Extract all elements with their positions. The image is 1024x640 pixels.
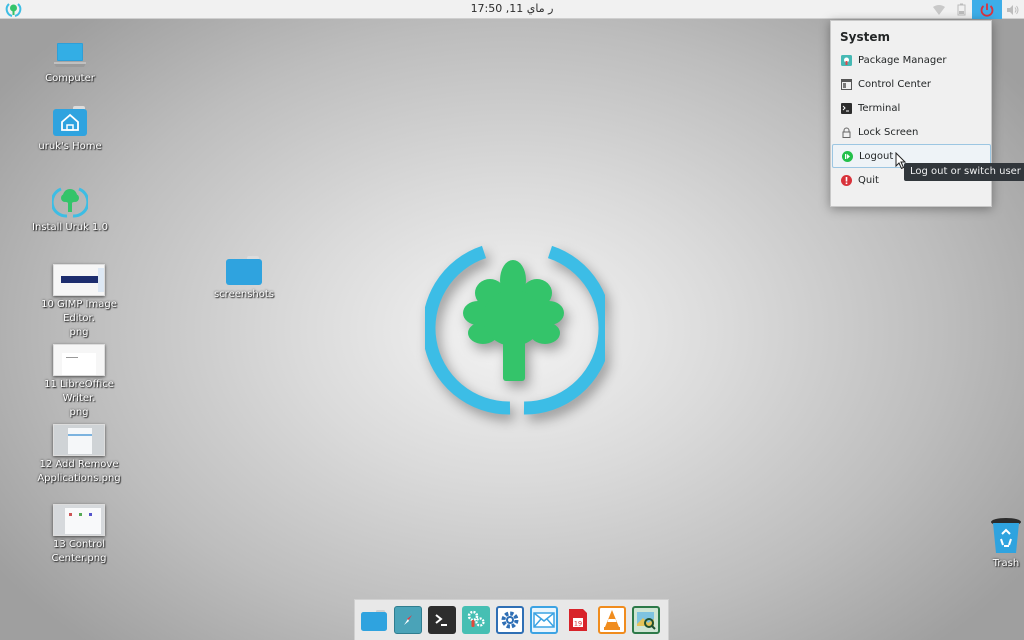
desktop-icon-add-remove-screenshot[interactable]: 12 Add Remove Applications.png bbox=[29, 424, 129, 486]
menu-item-terminal[interactable]: Terminal bbox=[832, 97, 991, 119]
menu-item-label: Package Manager bbox=[858, 54, 947, 66]
system-tray bbox=[928, 0, 1024, 19]
menu-item-package-manager[interactable]: Package Manager bbox=[832, 49, 991, 71]
dock-item-vlc[interactable] bbox=[598, 606, 626, 634]
desktop-icon-label: 13 Control Center.png bbox=[51, 539, 107, 564]
desktop-icon-libreoffice-screenshot[interactable]: 11 LibreOffice Writer. png bbox=[29, 344, 129, 420]
image-thumbnail-icon bbox=[53, 504, 105, 536]
vlc-icon bbox=[604, 610, 620, 630]
terminal-icon bbox=[841, 102, 852, 114]
desktop-icon-trash[interactable]: Trash bbox=[976, 517, 1024, 571]
desktop-icon-label: Install Uruk 1.0 bbox=[32, 222, 108, 233]
clock[interactable]: ر ماي 11, 17:50 bbox=[0, 2, 1024, 15]
uruk-wallpaper-logo bbox=[422, 238, 612, 418]
desktop-icon-computer[interactable]: Computer bbox=[20, 42, 120, 86]
image-viewer-icon bbox=[637, 612, 656, 630]
logout-tooltip: Log out or switch user bbox=[904, 163, 1024, 181]
power-icon[interactable] bbox=[972, 0, 1002, 19]
desktop-icon-label: Trash bbox=[992, 558, 1020, 569]
dock-item-web-browser[interactable] bbox=[394, 606, 422, 634]
compass-icon bbox=[404, 615, 412, 625]
dock-item-terminal[interactable] bbox=[428, 606, 456, 634]
trash-icon bbox=[991, 518, 1021, 553]
dock-item-system-settings[interactable] bbox=[462, 606, 490, 634]
desktop-icon-install-uruk[interactable]: Install Uruk 1.0 bbox=[20, 183, 120, 235]
menu-item-control-center[interactable]: Control Center bbox=[832, 73, 991, 95]
folder-icon bbox=[361, 610, 387, 631]
menu-item-label: Quit bbox=[858, 174, 879, 186]
dock-item-file-manager[interactable] bbox=[360, 606, 388, 634]
desktop-icon-screenshots-folder[interactable]: screenshots bbox=[194, 254, 294, 302]
package-manager-icon bbox=[841, 54, 852, 66]
desktop-icon-label: 11 LibreOffice Writer. png bbox=[44, 379, 114, 418]
desktop-icon-label: screenshots bbox=[213, 289, 275, 300]
desktop-icon-label: Computer bbox=[45, 73, 95, 84]
dock-item-image-viewer[interactable] bbox=[632, 606, 660, 634]
image-thumbnail-icon bbox=[53, 424, 105, 456]
dock-item-control-center[interactable] bbox=[496, 606, 524, 634]
lock-icon bbox=[841, 127, 852, 138]
dock-item-calendar[interactable]: 19 bbox=[564, 606, 592, 634]
gear-icon bbox=[501, 611, 519, 629]
desktop-icon-label: 12 Add Remove Applications.png bbox=[37, 459, 121, 484]
terminal-icon bbox=[435, 614, 447, 626]
battery-icon[interactable] bbox=[950, 0, 972, 19]
image-thumbnail-icon bbox=[53, 264, 105, 296]
uruk-palm-logo-icon bbox=[422, 245, 612, 415]
desktop-icon-gimp-screenshot[interactable]: 10 GIMP Image Editor. png bbox=[29, 264, 129, 340]
system-menu-title: System bbox=[840, 30, 890, 44]
installer-icon bbox=[52, 187, 88, 218]
menu-item-label: Terminal bbox=[858, 102, 901, 114]
desktop-icon-home[interactable]: uruk's Home bbox=[20, 104, 120, 154]
folder-icon bbox=[226, 256, 262, 285]
top-panel: ر ماي 11, 17:50 bbox=[0, 0, 1024, 19]
desktop-icon-label: uruk's Home bbox=[38, 141, 102, 152]
dock-item-mail-client[interactable] bbox=[530, 606, 558, 634]
desktop-icon-control-center-screenshot[interactable]: 13 Control Center.png bbox=[29, 504, 129, 566]
calendar-icon: 19 bbox=[569, 609, 587, 631]
control-center-icon bbox=[841, 78, 852, 90]
desktop-icon-label: 10 GIMP Image Editor. png bbox=[41, 299, 117, 338]
volume-icon[interactable] bbox=[1002, 0, 1024, 19]
menu-item-label: Logout bbox=[859, 150, 894, 162]
gears-icon bbox=[467, 610, 485, 627]
menu-item-lock-screen[interactable]: Lock Screen bbox=[832, 121, 991, 143]
wifi-icon[interactable] bbox=[928, 0, 950, 19]
image-thumbnail-icon bbox=[53, 344, 105, 376]
menu-item-label: Control Center bbox=[858, 78, 931, 90]
menu-item-label: Lock Screen bbox=[858, 126, 919, 138]
computer-icon bbox=[54, 43, 86, 67]
quit-icon bbox=[841, 174, 852, 186]
dock: 19 bbox=[354, 599, 669, 640]
mail-icon bbox=[533, 612, 555, 628]
logout-icon bbox=[842, 150, 853, 162]
calendar-day: 19 bbox=[574, 620, 582, 628]
home-folder-icon bbox=[53, 106, 87, 136]
mouse-cursor-icon bbox=[895, 152, 907, 170]
